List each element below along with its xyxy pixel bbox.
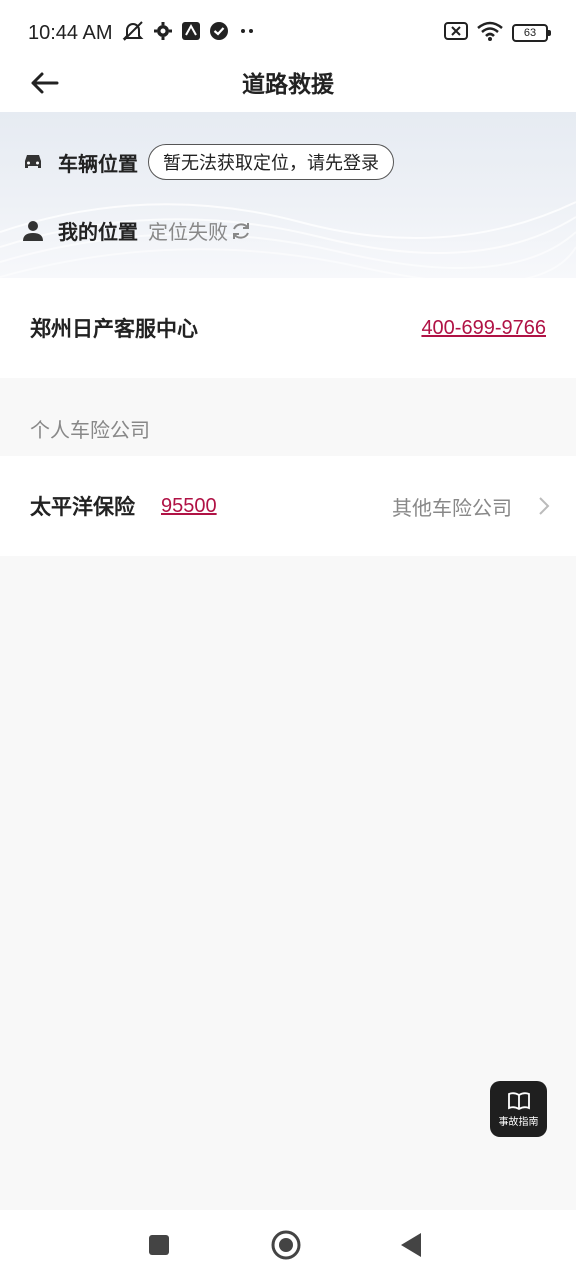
my-location-label: 我的位置 [58, 220, 138, 244]
insurance-company-phone[interactable]: 95500 [161, 495, 217, 518]
home-button[interactable] [269, 1228, 303, 1262]
service-center-name: 郑州日产客服中心 [30, 317, 198, 341]
other-insurance-label: 其他车险公司 [392, 495, 512, 520]
square-icon [149, 1235, 169, 1255]
sim-x-icon [444, 22, 468, 44]
settings-icon [153, 21, 173, 46]
home-circle-icon [271, 1230, 301, 1260]
refresh-icon[interactable] [230, 220, 252, 242]
vehicle-location-label: 车辆位置 [58, 151, 138, 176]
vehicle-location-status[interactable]: 暂无法获取定位，请先登录 [148, 144, 394, 180]
accident-guide-button[interactable]: 事故指南 [490, 1081, 547, 1137]
screen: 10:44 AM 63 道路救援 车辆位置 暂无法获取定位，请先登录 我的位置 … [0, 0, 576, 1280]
my-location-row: 我的位置 定位失败 [22, 216, 252, 245]
back-nav-button[interactable] [394, 1228, 428, 1262]
status-right: 63 [444, 20, 551, 46]
location-panel: 车辆位置 暂无法获取定位，请先登录 我的位置 定位失败 [0, 112, 576, 278]
page-title: 道路救援 [242, 72, 334, 98]
insurance-card: 太平洋保险 95500 其他车险公司 [0, 456, 576, 556]
status-left: 10:44 AM [28, 20, 257, 47]
car-icon [25, 155, 41, 168]
book-icon [507, 1091, 530, 1110]
wifi-icon [476, 20, 504, 46]
bell-off-icon [121, 20, 145, 47]
chevron-right-icon [539, 497, 550, 515]
system-nav-bar [0, 1210, 576, 1280]
personal-insurance-title: 个人车险公司 [30, 418, 150, 442]
back-button[interactable] [26, 66, 62, 100]
status-time: 10:44 AM [28, 21, 113, 44]
service-center-phone[interactable]: 400-699-9766 [421, 317, 546, 340]
person-icon [23, 220, 43, 241]
check-circle-icon [209, 21, 229, 46]
battery-icon: 63 [512, 24, 551, 42]
more-dots-icon [237, 21, 257, 46]
other-insurance-link[interactable]: 其他车险公司 [392, 492, 550, 521]
app-header: 道路救援 [0, 52, 576, 112]
service-center-card: 郑州日产客服中心 400-699-9766 [0, 278, 576, 378]
app-icon [181, 21, 201, 46]
recent-apps-button[interactable] [142, 1228, 176, 1262]
arrow-left-icon [31, 72, 59, 94]
background-wave [0, 201, 576, 278]
triangle-back-icon [401, 1233, 421, 1257]
vehicle-location-row: 车辆位置 暂无法获取定位，请先登录 [22, 144, 394, 180]
accident-guide-label: 事故指南 [498, 1116, 539, 1128]
my-location-status: 定位失败 [148, 220, 228, 244]
insurance-company-name: 太平洋保险 [30, 495, 135, 519]
